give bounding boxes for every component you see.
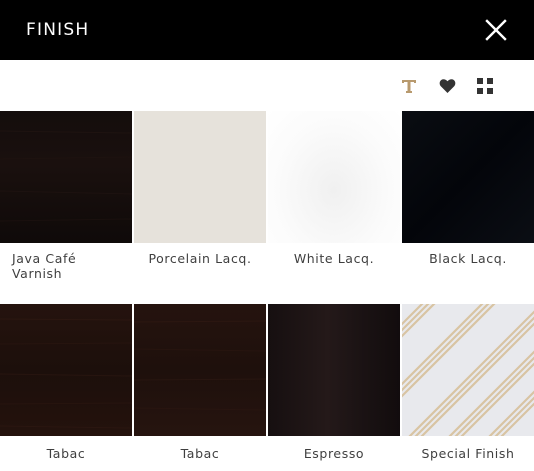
finish-swatch-tabac[interactable] xyxy=(134,304,266,436)
finish-label: Porcelain Lacq. xyxy=(148,251,252,266)
finish-swatch-black-lacq[interactable] xyxy=(402,111,534,243)
favorites-button[interactable] xyxy=(434,72,460,100)
finish-label: White Lacq. xyxy=(293,251,375,266)
view-toolbar xyxy=(384,72,498,100)
heart-icon xyxy=(439,79,455,93)
finish-swatch-white-lacq[interactable] xyxy=(268,111,400,243)
wood-grain-texture xyxy=(134,320,266,411)
finish-label: Special Finish xyxy=(421,446,515,461)
grid-view-button[interactable] xyxy=(472,72,498,100)
close-icon xyxy=(485,19,507,41)
finish-label: Espresso xyxy=(303,446,365,461)
text-view-button[interactable] xyxy=(396,72,422,100)
close-button[interactable] xyxy=(484,18,508,42)
page-title: FINISH xyxy=(26,20,90,40)
finish-swatch-espresso[interactable] xyxy=(268,304,400,436)
finish-label: Java Café Varnish xyxy=(12,251,77,281)
finish-swatch-java-cafe-varnish[interactable] xyxy=(0,111,132,243)
text-icon xyxy=(402,80,416,93)
finish-label: Tabac xyxy=(180,446,220,461)
finish-swatch-porcelain-lacq[interactable] xyxy=(134,111,266,243)
finish-swatch-tabac[interactable] xyxy=(0,304,132,436)
finish-swatch-special-finish[interactable] xyxy=(402,304,534,436)
stripe-pattern xyxy=(402,304,534,436)
wood-grain-texture xyxy=(0,318,132,429)
finish-label: Tabac xyxy=(46,446,86,461)
header-bar: FINISH xyxy=(0,0,534,60)
finish-label: Black Lacq. xyxy=(429,251,507,266)
wood-grain-texture xyxy=(0,130,132,222)
grid-icon xyxy=(477,78,493,94)
